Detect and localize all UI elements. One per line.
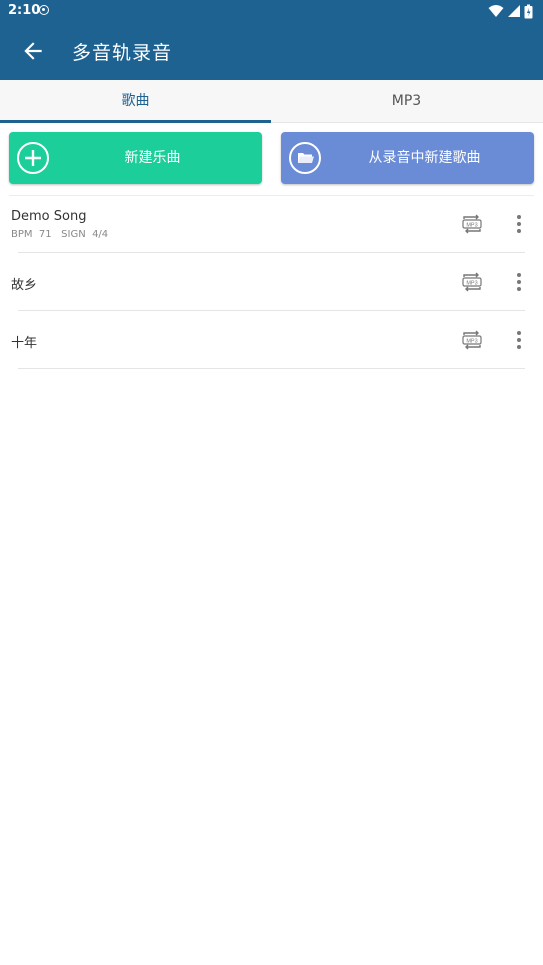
folder-open-icon [289,142,321,174]
sign-value: 4/4 [92,229,109,240]
plus-icon [17,142,49,174]
song-row[interactable]: Demo Song BPM 71 SIGN 4/4 MP3 [0,195,543,253]
song-title: 故乡 [11,278,38,293]
song-row[interactable]: 故乡 MP3 [0,253,543,311]
tab-songs[interactable]: 歌曲 [0,80,271,123]
song-row[interactable]: 十年 MP3 [0,311,543,369]
more-options-icon[interactable] [512,330,526,350]
back-arrow-icon[interactable] [20,38,46,64]
more-options-icon[interactable] [512,272,526,292]
app-bar: 多音轨录音 [0,22,543,80]
page-title: 多音轨录音 [72,42,173,64]
svg-text:MP3: MP3 [466,280,477,286]
more-options-icon[interactable] [512,214,526,234]
signal-icon [508,5,520,17]
status-bar: 2:10 [0,0,543,22]
bpm-value: 71 [38,229,52,240]
tab-mp3[interactable]: MP3 [271,80,542,123]
song-list: Demo Song BPM 71 SIGN 4/4 MP3 故乡 MP3 十年 … [0,195,543,369]
convert-mp3-icon[interactable]: MP3 [461,214,483,234]
song-title: 十年 [11,336,38,351]
sign-label: SIGN [61,229,86,240]
new-from-recording-button[interactable]: 从录音中新建歌曲 [281,132,534,184]
new-song-label: 新建乐曲 [124,150,181,166]
convert-mp3-icon[interactable]: MP3 [461,330,483,350]
bpm-label: BPM [11,229,33,240]
song-meta: BPM 71 SIGN 4/4 [11,229,108,240]
battery-icon [524,4,533,18]
convert-mp3-icon[interactable]: MP3 [461,272,483,292]
new-from-recording-label: 从录音中新建歌曲 [368,150,481,166]
status-icons [488,3,533,19]
new-song-button[interactable]: 新建乐曲 [9,132,262,184]
wifi-icon [488,5,504,17]
row-divider [18,368,525,369]
status-time: 2:10 [8,3,41,18]
svg-text:MP3: MP3 [466,338,477,344]
vpn-icon [39,5,49,15]
svg-text:MP3: MP3 [466,222,477,228]
tab-indicator [0,120,271,123]
song-title: Demo Song [11,209,87,224]
tab-bar: 歌曲 MP3 [0,80,543,123]
